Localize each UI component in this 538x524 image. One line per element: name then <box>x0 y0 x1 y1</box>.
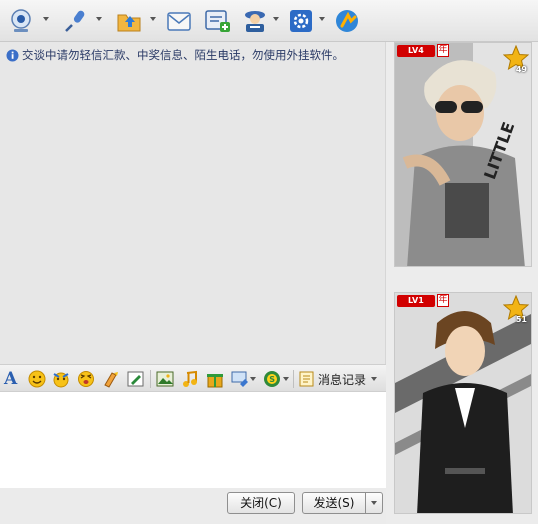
send-file-folder-icon[interactable] <box>116 8 144 34</box>
security-notice: 交谈中请勿轻信汇款、中奖信息、陌生电话，勿使用外挂软件。 <box>6 48 382 64</box>
music-icon[interactable] <box>181 370 199 388</box>
chat-window: 交谈中请勿轻信汇款、中奖信息、陌生电话，勿使用外挂软件。 A S 消息记录 关闭… <box>0 0 538 524</box>
level-text: LV4 <box>408 46 424 55</box>
info-icon <box>6 49 19 62</box>
video-dropdown-arrow[interactable] <box>43 17 49 21</box>
star-count: 49 <box>515 65 527 74</box>
message-history-icon <box>299 371 314 387</box>
remote-assist-icon[interactable] <box>334 8 362 34</box>
security-notice-text: 交谈中请勿轻信汇款、中奖信息、陌生电话，勿使用外挂软件。 <box>22 48 344 62</box>
year-badge: 年 <box>437 294 449 307</box>
emoji-icon[interactable] <box>28 370 46 388</box>
star-count: 51 <box>515 315 527 324</box>
self-show-avatar[interactable]: LV1 年 51 <box>394 292 532 514</box>
message-input[interactable] <box>0 392 386 488</box>
screenshot-icon[interactable] <box>231 370 249 388</box>
file-dropdown-arrow[interactable] <box>150 17 156 21</box>
format-divider <box>150 370 151 388</box>
gift-icon[interactable] <box>206 370 224 388</box>
microphone-icon[interactable] <box>62 8 90 34</box>
history-dropdown-arrow[interactable] <box>371 377 377 381</box>
video-camera-icon[interactable] <box>8 8 36 34</box>
contact-dropdown-arrow[interactable] <box>273 17 279 21</box>
chevron-down-icon <box>371 501 377 505</box>
send-button[interactable]: 发送(S) <box>302 492 366 514</box>
send-options-button[interactable] <box>365 492 383 514</box>
svg-text:S: S <box>269 375 275 384</box>
handwrite-icon[interactable] <box>127 370 145 388</box>
message-history-label: 消息记录 <box>318 373 367 387</box>
font-icon[interactable]: A <box>4 370 22 388</box>
payment-icon[interactable]: S <box>263 370 281 388</box>
image-icon[interactable] <box>156 370 174 388</box>
settings-dropdown-arrow[interactable] <box>319 17 325 21</box>
create-group-icon[interactable] <box>204 8 232 34</box>
payment-dropdown-arrow[interactable] <box>283 377 289 381</box>
mic-dropdown-arrow[interactable] <box>96 17 102 21</box>
friend-show-avatar[interactable]: LITTLE LV4 年 49 <box>394 42 532 267</box>
avatar-show-panel: LITTLE LV4 年 49 LV1 年 51 <box>386 42 538 524</box>
format-divider <box>293 370 294 388</box>
level-badge: LV1 <box>397 295 435 307</box>
friend-avatar-image: LITTLE <box>395 43 531 266</box>
top-toolbar <box>0 0 538 42</box>
email-icon[interactable] <box>166 8 194 34</box>
scribble-icon[interactable] <box>102 370 120 388</box>
message-history-button[interactable]: 消息记录 <box>299 369 381 389</box>
format-toolbar: A S 消息记录 <box>0 364 386 392</box>
level-badge: LV4 <box>397 45 435 57</box>
self-avatar-image <box>395 293 531 513</box>
level-text: LV1 <box>408 296 424 305</box>
bottom-action-bar: 关闭(C) 发送(S) <box>0 488 386 524</box>
shake-icon[interactable] <box>77 370 95 388</box>
magic-face-icon[interactable] <box>52 370 70 388</box>
contact-card-icon[interactable] <box>242 8 270 34</box>
font-glyph: A <box>4 369 18 389</box>
chat-history-area[interactable]: 交谈中请勿轻信汇款、中奖信息、陌生电话，勿使用外挂软件。 <box>0 42 386 364</box>
app-settings-icon[interactable] <box>288 8 316 34</box>
year-badge: 年 <box>437 44 449 57</box>
screenshot-dropdown-arrow[interactable] <box>250 377 256 381</box>
close-button[interactable]: 关闭(C) <box>227 492 295 514</box>
